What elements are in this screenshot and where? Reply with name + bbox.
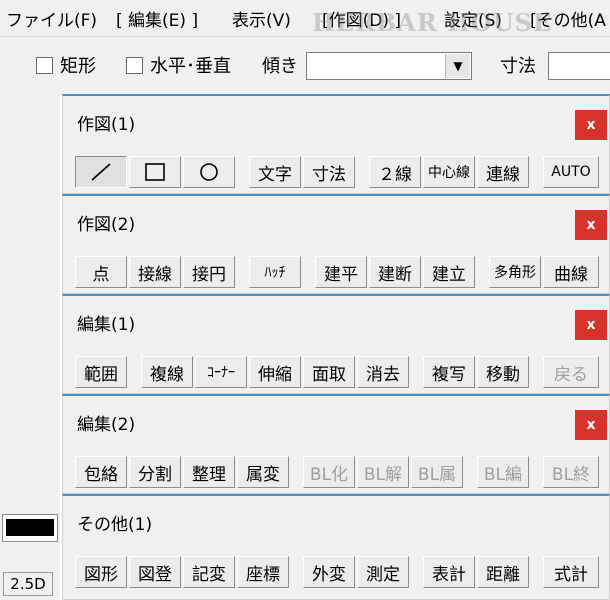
menu-edit[interactable]: [ 編集(E) ] xyxy=(116,6,198,31)
rectangle-icon xyxy=(145,163,165,181)
external-change-button[interactable]: 外変 xyxy=(303,556,355,588)
watermark-logo: HERBAR HOUSE xyxy=(312,8,553,37)
figure-register-button[interactable]: 図登 xyxy=(129,556,181,588)
block-create-button[interactable]: BL化 xyxy=(303,456,355,488)
panel-other-1: その他(1) 図形 図登 記変 座標 外変 測定 表計 距離 式計 xyxy=(62,494,610,600)
rect-label: 矩形 xyxy=(60,56,96,77)
coordinate-button[interactable]: 座標 xyxy=(237,556,289,588)
attribute-change-button[interactable]: 属変 xyxy=(237,456,289,488)
chamfer-button[interactable]: 面取 xyxy=(303,356,355,388)
symbol-change-button[interactable]: 記変 xyxy=(183,556,235,588)
panel-edit-1: 編集(1) x 範囲 複線 ｺｰﾅｰ 伸縮 面取 消去 複写 移動 戻る xyxy=(62,294,610,394)
panel-title: 作図(1) xyxy=(77,115,136,135)
view-2-5d-button[interactable]: 2.5D xyxy=(3,572,53,596)
tangent-line-button[interactable]: 接線 xyxy=(129,256,181,288)
block-attribute-button[interactable]: BL属 xyxy=(411,456,463,488)
measure-button[interactable]: 測定 xyxy=(357,556,409,588)
chevron-down-icon[interactable]: ▼ xyxy=(445,54,470,78)
line-style-preview xyxy=(6,519,54,536)
circle-tool-button[interactable] xyxy=(183,156,235,188)
line-icon xyxy=(91,163,111,181)
corner-button[interactable]: ｺｰﾅｰ xyxy=(195,356,247,388)
panel-draw-2: 作図(2) x 点 接線 接円 ﾊｯﾁ 建平 建断 建立 多角形 曲線 xyxy=(62,194,610,294)
option-bar: 矩形 水平･垂直 傾き ▼ 寸法 xyxy=(0,36,610,95)
building-section-button[interactable]: 建断 xyxy=(369,256,421,288)
panel-edit-2: 編集(2) x 包絡 分割 整理 属変 BL化 BL解 BL属 BL編 BL終 xyxy=(62,394,610,494)
erase-button[interactable]: 消去 xyxy=(357,356,409,388)
block-explode-button[interactable]: BL解 xyxy=(357,456,409,488)
left-toolstrip: 2.5D xyxy=(0,94,60,600)
circle-icon xyxy=(200,163,218,181)
block-end-button[interactable]: BL終 xyxy=(543,456,599,488)
dimension-label: 寸法 xyxy=(500,56,536,77)
rect-checkbox[interactable] xyxy=(36,57,53,74)
offset-line-button[interactable]: 複線 xyxy=(141,356,193,388)
dimension-button[interactable]: 寸法 xyxy=(303,156,355,188)
panel-title: その他(1) xyxy=(77,515,153,535)
building-plan-button[interactable]: 建平 xyxy=(315,256,367,288)
copy-button[interactable]: 複写 xyxy=(423,356,475,388)
centerline-button[interactable]: 中心線 xyxy=(423,156,475,188)
curve-button[interactable]: 曲線 xyxy=(543,256,599,288)
continuous-line-button[interactable]: 連線 xyxy=(477,156,529,188)
envelope-button[interactable]: 包絡 xyxy=(75,456,127,488)
auto-button[interactable]: AUTO xyxy=(543,156,599,188)
panel-title: 作図(2) xyxy=(77,215,136,235)
panel-draw-1: 作図(1) x 文字 寸法 ２線 中心線 連線 AUTO xyxy=(62,94,610,194)
close-button[interactable]: x xyxy=(575,310,607,340)
double-line-button[interactable]: ２線 xyxy=(369,156,421,188)
tilt-combobox[interactable]: ▼ xyxy=(306,52,472,80)
line-style-selector[interactable] xyxy=(2,514,58,542)
polygon-button[interactable]: 多角形 xyxy=(489,256,541,288)
tilt-label: 傾き xyxy=(262,56,298,77)
text-button[interactable]: 文字 xyxy=(249,156,301,188)
close-button[interactable]: x xyxy=(575,110,607,140)
distance-button[interactable]: 距離 xyxy=(477,556,529,588)
panel-title: 編集(1) xyxy=(77,315,136,335)
close-button[interactable]: x xyxy=(575,210,607,240)
horizontal-vertical-label: 水平･垂直 xyxy=(150,56,231,77)
block-edit-button[interactable]: BL編 xyxy=(477,456,529,488)
move-button[interactable]: 移動 xyxy=(477,356,529,388)
hatch-button[interactable]: ﾊｯﾁ xyxy=(249,256,301,288)
building-elevation-button[interactable]: 建立 xyxy=(423,256,475,288)
stretch-button[interactable]: 伸縮 xyxy=(249,356,301,388)
close-button[interactable]: x xyxy=(575,410,607,440)
menu-bar: ファイル(F) [ 編集(E) ] 表示(V) [作図(D) ] 設定(S) [… xyxy=(0,0,610,37)
range-button[interactable]: 範囲 xyxy=(75,356,127,388)
point-button[interactable]: 点 xyxy=(75,256,127,288)
rectangle-tool-button[interactable] xyxy=(129,156,181,188)
menu-view[interactable]: 表示(V) xyxy=(232,6,291,31)
table-calc-button[interactable]: 表計 xyxy=(423,556,475,588)
dimension-combobox[interactable] xyxy=(548,52,610,80)
tangent-circle-button[interactable]: 接円 xyxy=(183,256,235,288)
figure-button[interactable]: 図形 xyxy=(75,556,127,588)
horizontal-vertical-checkbox[interactable] xyxy=(126,57,143,74)
panel-title: 編集(2) xyxy=(77,415,136,435)
line-tool-button[interactable] xyxy=(75,156,127,188)
formula-calc-button[interactable]: 式計 xyxy=(543,556,599,588)
undo-button[interactable]: 戻る xyxy=(543,356,599,388)
menu-file[interactable]: ファイル(F) xyxy=(6,6,97,31)
divide-button[interactable]: 分割 xyxy=(129,456,181,488)
cleanup-button[interactable]: 整理 xyxy=(183,456,235,488)
